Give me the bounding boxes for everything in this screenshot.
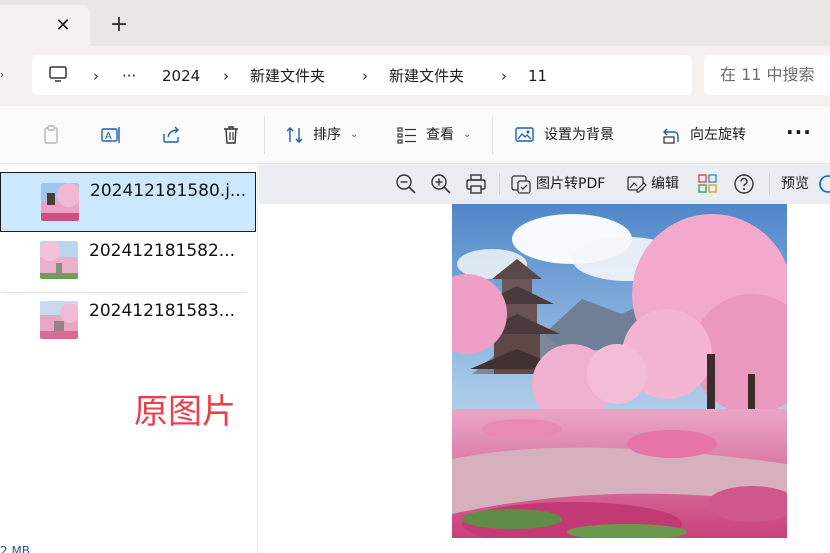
close-tab-icon[interactable]: ✕ — [54, 17, 72, 35]
preview-toolbar-divider — [499, 173, 500, 195]
address-bar[interactable]: › ··· 2024 › 新建文件夹 › 新建文件夹 › 11 — [32, 55, 692, 95]
edit-label[interactable]: 编辑 — [651, 175, 679, 193]
breadcrumb-11[interactable]: 11 — [528, 66, 547, 86]
view-chevron-down-icon[interactable]: ⌄ — [463, 126, 471, 144]
command-toolbar: A 排序 ⌄ 查看 ⌄ 设置为背景 向左旋转 ··· — [0, 106, 830, 164]
file-list: 202412181580.j... 202412181582... 202412… — [0, 164, 258, 553]
list-item[interactable]: 202412181582... — [0, 232, 256, 292]
breadcrumb-overflow[interactable]: ··· — [122, 66, 136, 86]
edit-image-icon[interactable] — [626, 173, 648, 195]
view-icon[interactable] — [396, 124, 418, 146]
preview-label[interactable]: 预览 — [781, 175, 809, 193]
share-icon[interactable] — [160, 124, 182, 146]
preview-toolbar-divider — [769, 173, 770, 195]
list-item-selected[interactable]: 202412181580.j... — [0, 172, 256, 232]
back-arrow-icon[interactable]: › — [0, 71, 6, 81]
rotate-left-icon[interactable] — [660, 124, 682, 146]
rename-icon[interactable]: A — [100, 124, 122, 146]
breadcrumb-separator: › — [362, 67, 368, 85]
search-placeholder: 在 11 中搜索 — [720, 65, 815, 84]
file-name: 202412181582... — [89, 241, 236, 261]
more-options-icon[interactable]: ··· — [786, 122, 812, 142]
image-to-pdf-icon[interactable] — [510, 173, 532, 195]
preview-image — [452, 204, 787, 538]
preview-toggle-icon[interactable] — [817, 173, 830, 195]
search-box[interactable]: 在 11 中搜索 — [704, 55, 830, 95]
file-name: 202412181583... — [89, 301, 236, 321]
sort-label[interactable]: 排序 — [313, 126, 341, 144]
print-icon[interactable] — [465, 173, 487, 195]
apps-grid-icon[interactable] — [697, 173, 719, 195]
sort-chevron-down-icon[interactable]: ⌄ — [350, 126, 358, 144]
file-explorer-window: ✕ + › › ··· 2024 › 新建文件夹 › 新建文件夹 › 11 在 … — [0, 0, 830, 553]
file-thumbnail — [41, 183, 79, 221]
original-image-annotation: 原图片 — [134, 392, 236, 432]
breadcrumb-new-folder-2[interactable]: 新建文件夹 — [389, 66, 464, 86]
paste-icon[interactable] — [40, 124, 62, 146]
tab-current-folder[interactable]: ✕ — [0, 5, 90, 46]
file-name: 202412181580.j... — [90, 181, 247, 201]
breadcrumb-new-folder-1[interactable]: 新建文件夹 — [250, 66, 325, 86]
new-tab-button[interactable]: + — [108, 14, 130, 37]
toolbar-divider — [492, 116, 493, 154]
set-background-icon[interactable] — [514, 124, 536, 146]
address-row: › › ··· 2024 › 新建文件夹 › 新建文件夹 › 11 在 11 中… — [0, 46, 830, 106]
svg-text:A: A — [105, 131, 112, 142]
file-thumbnail — [40, 241, 78, 279]
breadcrumb-separator: › — [501, 67, 507, 85]
help-icon[interactable] — [733, 173, 755, 195]
toolbar-divider — [264, 116, 265, 154]
this-pc-icon[interactable] — [48, 64, 68, 84]
breadcrumb-2024[interactable]: 2024 — [162, 66, 200, 86]
breadcrumb-separator: › — [93, 67, 99, 85]
set-background-label[interactable]: 设置为背景 — [544, 126, 614, 144]
breadcrumb-separator: › — [223, 67, 229, 85]
sort-icon[interactable] — [284, 124, 306, 146]
image-to-pdf-label[interactable]: 图片转PDF — [536, 175, 605, 193]
preview-pane: 图片转PDF 编辑 预览 — [259, 164, 830, 553]
delete-icon[interactable] — [220, 124, 242, 146]
file-thumbnail — [40, 301, 78, 339]
zoom-in-icon[interactable] — [430, 173, 452, 195]
tab-strip: ✕ + — [0, 0, 830, 46]
view-label[interactable]: 查看 — [426, 126, 454, 144]
list-item[interactable]: 202412181583... — [0, 292, 256, 352]
status-file-size: 2 MB — [0, 544, 31, 553]
rotate-left-label[interactable]: 向左旋转 — [690, 126, 746, 144]
zoom-out-icon[interactable] — [395, 173, 417, 195]
preview-toolbar: 图片转PDF 编辑 预览 — [259, 164, 830, 204]
